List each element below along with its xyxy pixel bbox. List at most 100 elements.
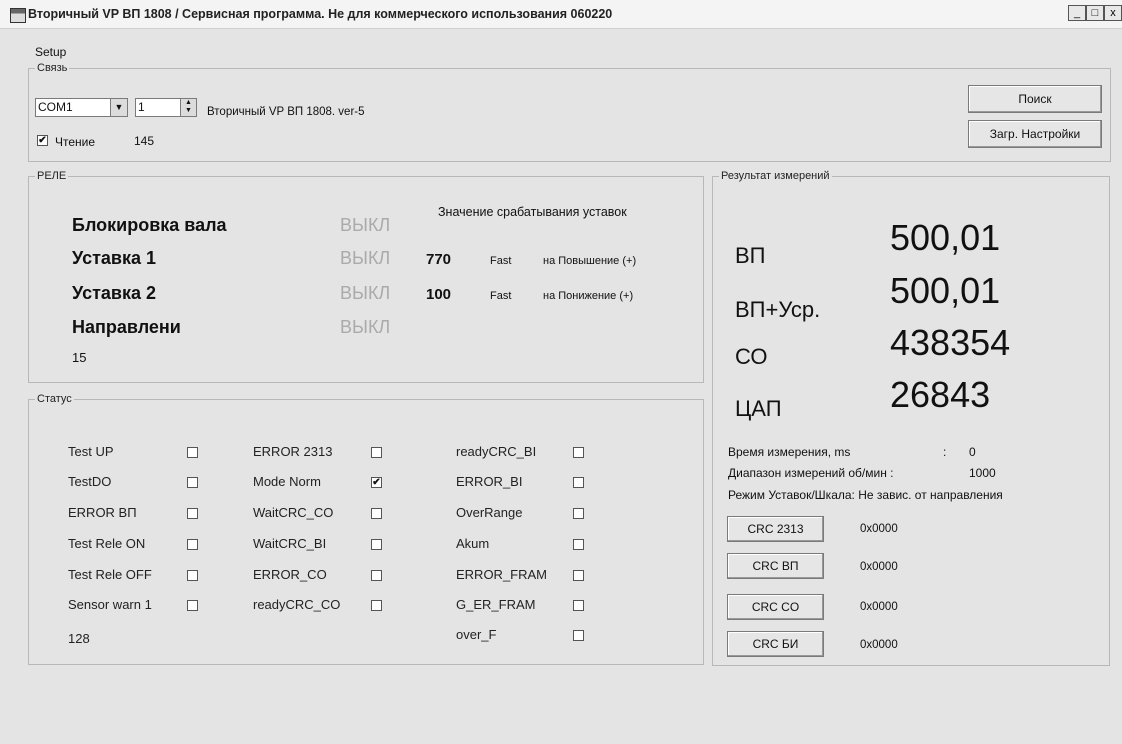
status-label: WaitCRC_CO	[253, 505, 334, 520]
title-bar: Вторичный VP ВП 1808 / Сервисная програм…	[0, 0, 1122, 29]
setpoint-1-direction: на Повышение (+)	[543, 255, 637, 267]
status-label: TestDO	[68, 474, 112, 489]
status-label: ERROR ВП	[68, 505, 137, 520]
status-checkbox[interactable]	[187, 539, 198, 550]
result-label-vp-avg: ВП+Уср.	[735, 297, 821, 322]
status-label: WaitCRC_BI	[253, 536, 327, 551]
status-label: Test Rele ON	[68, 536, 146, 551]
read-checkbox[interactable]: ✔	[37, 135, 48, 146]
range-value: 1000	[969, 466, 996, 480]
relay-state-shaft-lock: ВЫКЛ	[340, 215, 391, 235]
status-label: Akum	[456, 536, 490, 551]
setpoint-2-value: 100	[426, 286, 452, 303]
status-label: Mode Norm	[253, 474, 321, 489]
port-select[interactable]: COM1 ▼	[35, 98, 128, 117]
crc-2313-button[interactable]: CRC 2313	[727, 516, 824, 542]
chevron-down-icon[interactable]: ▼	[110, 99, 127, 116]
port-value: COM1	[38, 100, 73, 114]
menu-setup[interactable]: Setup	[35, 45, 66, 59]
relay-name-direction: Направлени	[72, 317, 181, 337]
status-checkbox[interactable]	[187, 447, 198, 458]
status-label: readyCRC_BI	[456, 444, 537, 459]
status-checkbox[interactable]	[187, 477, 198, 488]
maximize-button[interactable]: □	[1086, 5, 1104, 21]
status-checkbox[interactable]	[187, 600, 198, 611]
crc-bi-value: 0x0000	[860, 639, 898, 651]
setpoint-2-mode: Fast	[490, 290, 512, 302]
status-checkbox[interactable]	[187, 508, 198, 519]
status-label: Test Rele OFF	[68, 567, 152, 582]
status-checkbox[interactable]	[573, 630, 584, 641]
status-checkbox[interactable]	[573, 570, 584, 581]
relay-group: РЕЛЕ	[28, 170, 704, 383]
link-legend: Связь	[37, 62, 68, 74]
setpoint-2-direction: на Понижение (+)	[543, 290, 634, 302]
relay-state-direction: ВЫКЛ	[340, 317, 391, 337]
status-group: Статус	[28, 393, 704, 665]
mode-text: Режим Уставок/Шкала: Не завис. от направ…	[728, 488, 1003, 502]
close-button[interactable]: x	[1104, 5, 1122, 21]
status-label: ERROR_CO	[253, 567, 327, 582]
crc-2313-value: 0x0000	[860, 523, 898, 535]
status-label: ERROR 2313	[253, 444, 333, 459]
status-checkbox[interactable]	[573, 600, 584, 611]
status-checkbox[interactable]	[573, 508, 584, 519]
device-label: Вторичный VP ВП 1808. ver-5	[207, 106, 365, 118]
result-value-co: 438354	[890, 322, 1011, 363]
read-label: Чтение	[55, 135, 96, 149]
crc-vp-button[interactable]: CRC ВП	[727, 553, 824, 579]
status-label: readyCRC_CO	[253, 597, 341, 612]
status-label: OverRange	[456, 505, 523, 520]
relay-name-setpoint-1: Уставка 1	[72, 248, 156, 268]
status-label: G_ER_FRAM	[456, 597, 536, 612]
setpoint-1-mode: Fast	[490, 255, 512, 267]
range-label: Диапазон измерений об/мин :	[728, 466, 894, 480]
result-value-vp-avg: 500,01	[890, 270, 1001, 311]
crc-bi-button[interactable]: CRC БИ	[727, 631, 824, 657]
crc-vp-value: 0x0000	[860, 561, 898, 573]
results-legend: Результат измерений	[721, 170, 830, 182]
menu-bar: Setup	[0, 40, 1122, 60]
status-checkbox[interactable]: ✔	[371, 477, 382, 488]
minimize-button[interactable]: _	[1068, 5, 1086, 21]
crc-co-value: 0x0000	[860, 601, 898, 613]
load-settings-button[interactable]: Загр. Настройки	[968, 120, 1102, 148]
address-value: 1	[138, 100, 145, 114]
crc-co-button[interactable]: CRC CO	[727, 594, 824, 620]
search-button[interactable]: Поиск	[968, 85, 1102, 113]
status-label: over_F	[456, 627, 497, 642]
result-label-dac: ЦАП	[735, 396, 782, 421]
relay-count: 15	[72, 350, 87, 365]
time-separator: :	[943, 445, 947, 459]
address-stepper[interactable]: 1 ▲ ▼	[135, 98, 197, 117]
status-checkbox[interactable]	[371, 600, 382, 611]
status-legend: Статус	[37, 393, 72, 405]
status-checkbox[interactable]	[573, 447, 584, 458]
status-checkbox[interactable]	[371, 539, 382, 550]
status-label: ERROR_BI	[456, 474, 523, 489]
relay-state-setpoint-2: ВЫКЛ	[340, 283, 391, 303]
setpoint-header: Значение срабатывания уставок	[438, 205, 627, 219]
status-label: Sensor warn 1	[68, 597, 152, 612]
status-checkbox[interactable]	[573, 477, 584, 488]
relay-name-shaft-lock: Блокировка вала	[72, 215, 227, 235]
status-label: Test UP	[68, 444, 114, 459]
result-label-vp: ВП	[735, 243, 766, 268]
status-count: 128	[68, 631, 90, 646]
time-value: 0	[969, 445, 976, 459]
status-checkbox[interactable]	[371, 508, 382, 519]
status-checkbox[interactable]	[187, 570, 198, 581]
relay-name-setpoint-2: Уставка 2	[72, 283, 156, 303]
spin-arrows-icon[interactable]: ▲ ▼	[180, 99, 196, 116]
status-checkbox[interactable]	[573, 539, 584, 550]
status-checkbox[interactable]	[371, 447, 382, 458]
result-value-dac: 26843	[890, 374, 991, 415]
status-checkbox[interactable]	[371, 570, 382, 581]
time-label: Время измерения, ms	[728, 445, 851, 459]
status-label: ERROR_FRAM	[456, 567, 548, 582]
result-value-vp: 500,01	[890, 217, 1001, 258]
result-label-co: СО	[735, 344, 768, 369]
relay-state-setpoint-1: ВЫКЛ	[340, 248, 391, 268]
relay-legend: РЕЛЕ	[37, 170, 67, 182]
app-icon	[10, 8, 26, 23]
